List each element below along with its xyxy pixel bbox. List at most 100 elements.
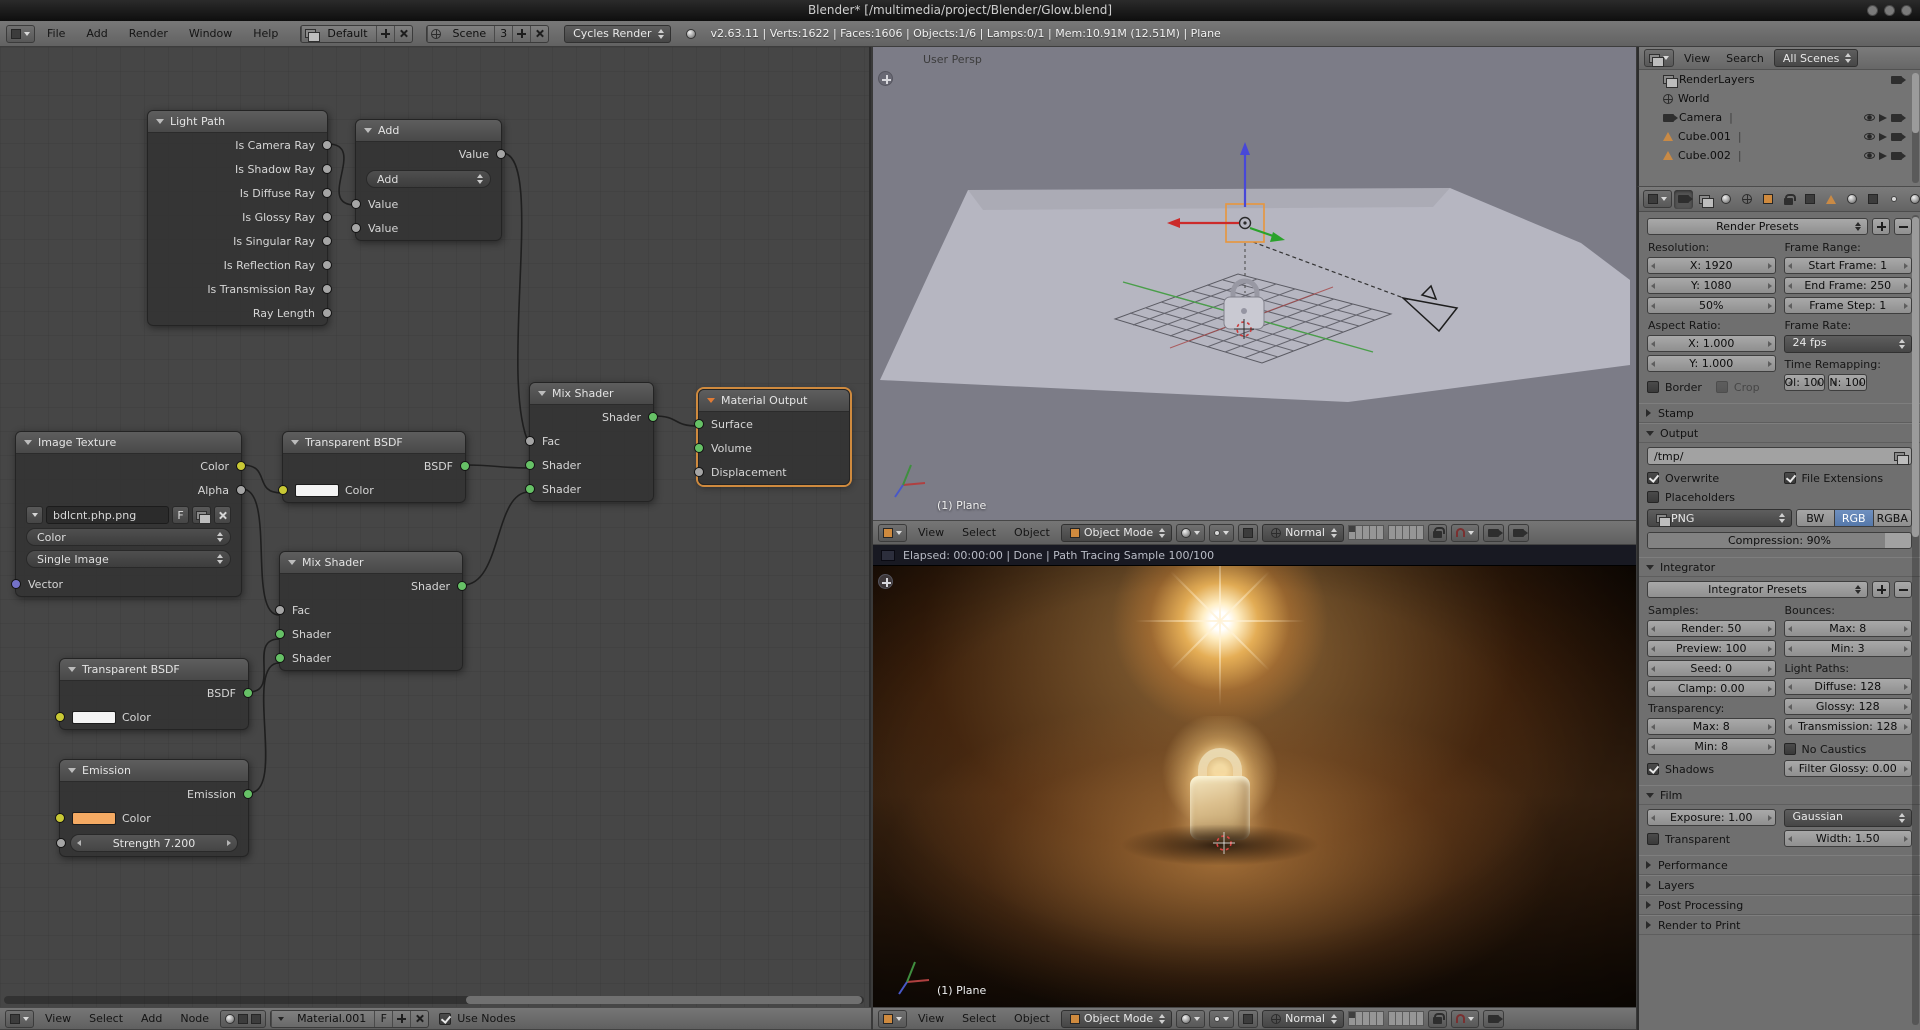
minimize-button[interactable] [1867,5,1878,16]
folder-icon[interactable] [1894,451,1909,465]
scene-users-badge[interactable]: 3 [494,25,512,42]
bounces-max-field[interactable]: Max: 8 [1783,620,1912,637]
editor-type-button[interactable] [878,1009,907,1028]
collapse-icon[interactable] [364,128,372,133]
properties-scrollbar[interactable] [1912,215,1919,1025]
socket-shader-in-1[interactable] [525,460,535,470]
render-result-view[interactable]: (1) Plane [873,566,1636,1007]
layers-grid-2[interactable] [1387,1011,1424,1026]
render-samples-field[interactable]: Render: 50 [1647,620,1776,637]
panel-film[interactable]: Film [1639,785,1920,805]
socket-shader-out[interactable] [648,412,658,422]
socket-volume-in[interactable] [694,443,704,453]
tab-world[interactable] [1737,190,1756,209]
collapse-icon[interactable] [291,440,299,445]
lock-to-scene-button[interactable] [1427,1009,1447,1028]
fake-user-button[interactable]: F [172,506,189,524]
scene-selector[interactable]: Scene 3 [425,24,550,43]
panel-integrator[interactable]: Integrator [1639,557,1920,577]
scrollbar-thumb[interactable] [1912,217,1919,537]
emission-strength-slider[interactable]: Strength 7.200 [56,834,238,852]
scene-add-button[interactable] [512,25,530,42]
render-toggle-icon[interactable] [1891,132,1906,141]
editor-type-button[interactable] [878,523,907,542]
node-header[interactable]: Image Texture [16,432,241,454]
menu-select[interactable]: Select [955,521,1003,544]
scene-delete-button[interactable] [530,25,548,42]
seed-field[interactable]: Seed: 0 [1647,660,1776,677]
socket-surface-in[interactable] [694,419,704,429]
scrollbar-thumb[interactable] [1912,73,1919,133]
eye-icon[interactable] [1864,114,1875,121]
bounces-min-field[interactable]: Min: 3 [1783,640,1912,657]
render-toggle-icon[interactable] [1891,151,1906,160]
menu-object[interactable]: Object [1007,1007,1057,1030]
transmission-bounces-field[interactable]: Transmission: 128 [1783,718,1912,735]
aspect-x-field[interactable]: X: 1.000 [1647,335,1776,352]
resolution-y-field[interactable]: Y: 1080 [1647,277,1776,294]
scene-browse-button[interactable] [426,25,445,42]
clamp-field[interactable]: Clamp: 0.00 [1647,680,1776,697]
socket-shader-in-2[interactable] [525,484,535,494]
no-caustics-checkbox[interactable] [1783,743,1796,755]
frame-rate-select[interactable]: 24 fps [1783,335,1912,353]
tab-constraints[interactable] [1779,190,1798,209]
tab-data[interactable] [1821,190,1840,209]
transparent-checkbox[interactable] [1647,833,1659,845]
color-swatch[interactable] [295,483,339,497]
resolution-percent-slider[interactable]: 50% [1647,297,1776,314]
scrollbar-thumb[interactable] [466,996,862,1004]
tab-modifiers[interactable] [1800,190,1819,209]
math-operation-select[interactable]: Add [366,170,491,188]
layers-grid-2[interactable] [1387,525,1424,540]
viewport-3d[interactable]: User Persp (1) Plane [873,47,1636,520]
outliner-item-camera[interactable]: Camera | [1639,108,1920,127]
resolution-x-field[interactable]: X: 1920 [1647,257,1776,274]
snap-toggle[interactable] [1450,1009,1479,1028]
manipulator-buttons[interactable] [1238,523,1259,542]
start-frame-field[interactable]: Start Frame: 1 [1783,257,1912,274]
panel-performance[interactable]: Performance [1639,855,1920,875]
socket-shader-in-1[interactable] [275,629,285,639]
layout-add-button[interactable] [375,25,394,42]
opengl-render-button[interactable] [1482,523,1504,542]
socket-strength-in[interactable] [56,838,66,848]
pivot-point-select[interactable] [1209,523,1235,542]
panel-layers[interactable]: Layers [1639,875,1920,895]
image-browse-button[interactable] [26,506,43,524]
horizontal-scrollbar[interactable] [4,996,864,1004]
display-mode-select[interactable]: All Scenes [1773,49,1859,67]
selectable-icon[interactable] [1879,132,1887,141]
mode-select[interactable]: Object Mode [1060,523,1173,542]
socket-value-out[interactable] [496,149,506,159]
eye-icon[interactable] [1864,152,1875,159]
opengl-render-button[interactable] [1482,1009,1504,1028]
end-frame-field[interactable]: End Frame: 250 [1783,277,1912,294]
node-mix-shader-bottom[interactable]: Mix Shader Shader Fac Shader Shader [275,551,467,671]
toolshelf-expand-button[interactable] [878,71,893,86]
selectable-icon[interactable] [1879,151,1887,160]
outliner-item-cube-001[interactable]: Cube.001 | [1639,127,1920,146]
preset-remove-button[interactable] [1894,218,1912,235]
socket-bsdf-out[interactable] [243,688,253,698]
toolshelf-expand-button[interactable] [878,574,893,589]
menu-view[interactable]: View [1678,48,1716,69]
unlink-image-button[interactable] [214,506,231,524]
use-nodes-toggle[interactable]: Use Nodes [439,1011,516,1027]
node-header[interactable]: Material Output [699,390,849,412]
node-transparent-bsdf-top[interactable]: Transparent BSDF BSDF Color [278,431,470,503]
outliner-scrollbar[interactable] [1912,73,1919,183]
transparency-min-field[interactable]: Min: 8 [1647,738,1776,755]
socket-shader-in-2[interactable] [275,653,285,663]
socket-value-in-2[interactable] [351,223,361,233]
menu-add[interactable]: Add [134,1007,169,1030]
editor-type-button[interactable] [5,1009,34,1028]
bw-toggle[interactable]: BW [1795,509,1835,527]
menu-node[interactable]: Node [173,1007,216,1030]
selectable-icon[interactable] [1879,113,1887,122]
material-add-button[interactable] [392,1010,410,1027]
material-browse-button[interactable] [271,1010,289,1027]
glossy-bounces-field[interactable]: Glossy: 128 [1783,698,1912,715]
node-material-output[interactable]: Material Output Surface Volume Displacem… [694,389,850,485]
socket-color-in[interactable] [278,485,288,495]
